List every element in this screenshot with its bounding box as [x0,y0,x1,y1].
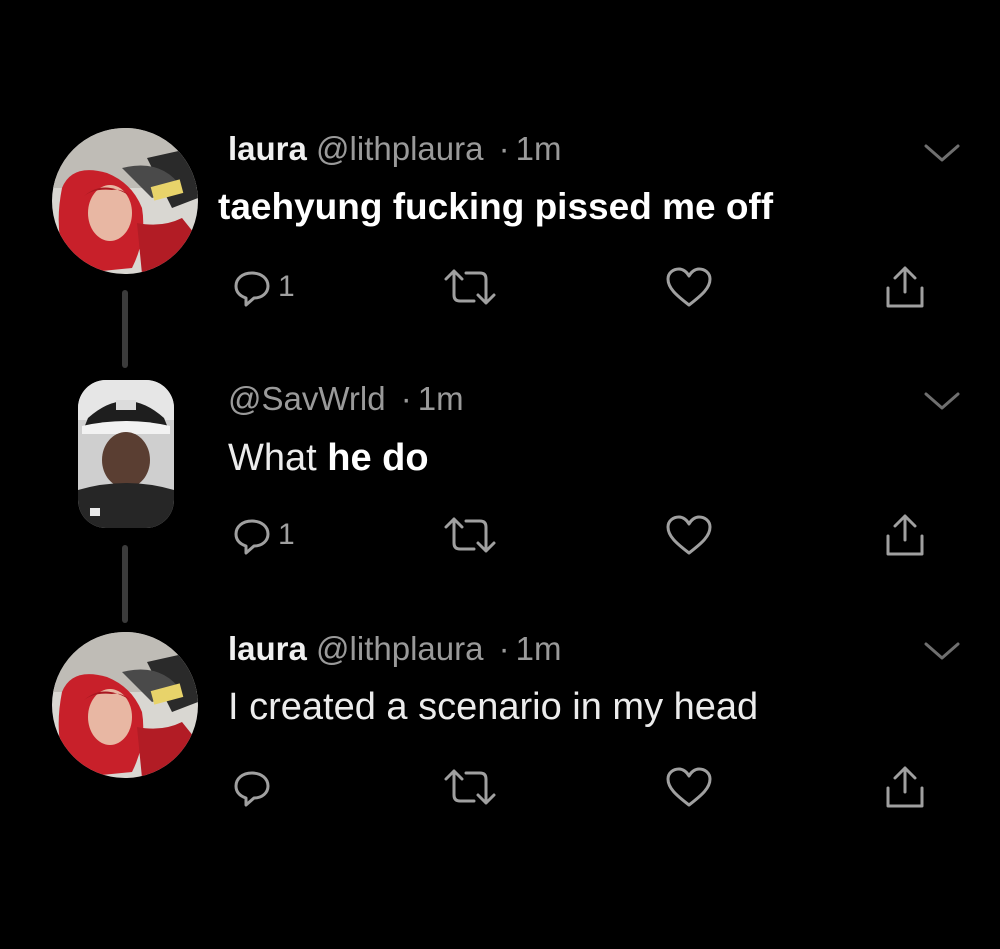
reply-icon [234,771,270,807]
tweet-text: I created a scenario in my head [228,686,759,728]
tweet-thread: laura @lithplaura · 1m taehyung fucking p… [0,0,1000,949]
avatar[interactable] [52,632,198,778]
reply-button[interactable] [230,762,274,812]
tweet[interactable]: laura @lithplaura · 1m I created a scenar… [0,0,1000,830]
share-icon [886,766,924,808]
handle[interactable]: @lithplaura [316,630,483,667]
like-button[interactable] [664,762,714,812]
red-hair-avatar [52,632,198,778]
chevron-down-icon[interactable] [922,638,962,664]
retweet-icon [444,769,496,805]
share-button[interactable] [880,762,930,812]
retweet-button[interactable] [440,762,500,812]
separator-dot: · [498,630,510,667]
tweet-header: laura @lithplaura · 1m [228,630,561,668]
tweet-actions [0,762,1000,812]
display-name[interactable]: laura [228,630,307,667]
timestamp[interactable]: 1m [516,630,562,667]
heart-icon [666,767,712,807]
